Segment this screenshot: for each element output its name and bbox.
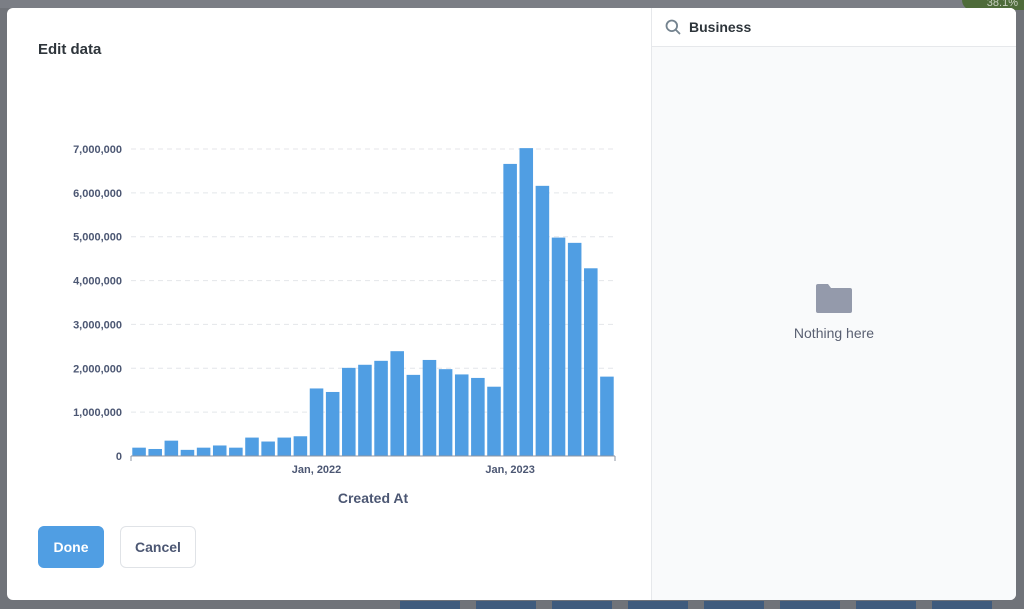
cancel-button[interactable]: Cancel bbox=[120, 526, 196, 568]
background-header bbox=[0, 0, 1024, 8]
background-bar bbox=[400, 601, 460, 609]
y-tick-label: 2,000,000 bbox=[73, 363, 122, 375]
bar[interactable] bbox=[164, 440, 179, 456]
bar[interactable] bbox=[503, 163, 517, 456]
y-tick-label: 0 bbox=[116, 451, 122, 463]
bar[interactable] bbox=[325, 391, 340, 456]
empty-state: Nothing here bbox=[652, 282, 1016, 341]
empty-state-text: Nothing here bbox=[793, 325, 875, 341]
y-tick-label: 3,000,000 bbox=[73, 319, 122, 331]
edit-data-modal: Edit data 0 1,000,000 2,000,000 3,000,000 4,… bbox=[7, 8, 1016, 600]
bar[interactable] bbox=[293, 436, 308, 456]
bar[interactable] bbox=[567, 242, 582, 456]
bar[interactable] bbox=[487, 386, 501, 456]
bar[interactable] bbox=[229, 447, 243, 456]
bar[interactable] bbox=[406, 374, 421, 456]
bar[interactable] bbox=[261, 441, 275, 456]
bar[interactable] bbox=[374, 360, 388, 456]
bar[interactable] bbox=[454, 374, 469, 456]
background-bar bbox=[856, 601, 916, 609]
bar[interactable] bbox=[180, 449, 195, 456]
y-tick-label: 4,000,000 bbox=[73, 276, 122, 288]
x-axis-title: Created At bbox=[338, 490, 409, 506]
bar[interactable] bbox=[342, 367, 356, 456]
bar[interactable] bbox=[600, 376, 614, 456]
bar[interactable] bbox=[148, 448, 162, 456]
background-bar bbox=[704, 601, 764, 609]
background-bar bbox=[628, 601, 688, 609]
bar[interactable] bbox=[519, 148, 534, 456]
bar[interactable] bbox=[309, 388, 324, 456]
x-tick-label: Jan, 2023 bbox=[485, 464, 535, 476]
bar[interactable] bbox=[551, 237, 566, 456]
y-tick-label: 5,000,000 bbox=[73, 232, 122, 244]
bar[interactable] bbox=[471, 377, 485, 456]
x-tick-label: Jan, 2022 bbox=[292, 464, 342, 476]
y-tick-label: 1,000,000 bbox=[73, 407, 122, 419]
bar[interactable] bbox=[535, 185, 550, 456]
bar[interactable] bbox=[438, 369, 453, 456]
search-bar[interactable]: Business bbox=[652, 8, 1016, 47]
search-icon bbox=[665, 19, 681, 35]
bar-chart: 0 1,000,000 2,000,000 3,000,000 4,000,000 5,0… bbox=[7, 8, 651, 528]
background-bar bbox=[780, 601, 840, 609]
background-bar bbox=[476, 601, 536, 609]
bar[interactable] bbox=[132, 447, 146, 456]
data-picker-pane: Business Nothing here bbox=[651, 8, 1016, 600]
bar[interactable] bbox=[212, 445, 227, 456]
bar[interactable] bbox=[422, 359, 437, 456]
bar[interactable] bbox=[584, 268, 598, 456]
search-input[interactable]: Business bbox=[689, 19, 751, 35]
chart-svg: 0 1,000,000 2,000,000 3,000,000 4,000,000 5,0… bbox=[73, 144, 616, 506]
folder-icon bbox=[814, 282, 854, 314]
y-tick-label: 6,000,000 bbox=[73, 188, 122, 200]
done-button[interactable]: Done bbox=[38, 526, 104, 568]
bar[interactable] bbox=[277, 437, 292, 456]
chart-pane: Edit data 0 1,000,000 2,000,000 3,000,000 4,… bbox=[7, 8, 651, 600]
bar[interactable] bbox=[390, 351, 404, 456]
bar[interactable] bbox=[245, 437, 259, 456]
bar[interactable] bbox=[358, 364, 372, 456]
bar[interactable] bbox=[196, 447, 211, 456]
y-tick-label: 7,000,000 bbox=[73, 144, 122, 156]
background-bar bbox=[932, 601, 992, 609]
background-bar bbox=[552, 601, 612, 609]
